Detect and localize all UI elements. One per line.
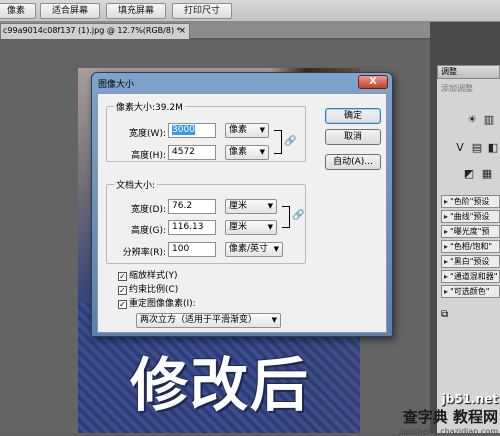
dropdown-arrow-icon: ▼ [271, 316, 277, 324]
resolution-unit-select[interactable]: 像素/英寸 ▼ [225, 242, 283, 257]
actual-pixels-button[interactable]: 像素 [0, 3, 36, 19]
ok-button[interactable]: 确定 [325, 108, 381, 124]
watermark-site: jb51.net [441, 392, 498, 406]
dialog-close-button[interactable]: X [358, 75, 388, 89]
constrain-proportions-checkbox[interactable]: ✓ 约束比例(C) [118, 284, 178, 296]
expand-triangle-icon: ▸ [444, 257, 449, 266]
checkbox-check-icon: ✓ [118, 272, 127, 281]
add-adjustment-label: 添加调整 [441, 84, 473, 93]
pixel-height-input[interactable]: 4572 [168, 145, 216, 160]
pixel-height-unit-select[interactable]: 像素 ▼ [225, 145, 269, 160]
chain-link-icon: 🔗 [292, 210, 305, 221]
resolution-label: 分辨率(R): [122, 248, 166, 258]
pixel-width-label: 宽度(W): [129, 129, 166, 139]
watermark-text: 查字典 教程网 [402, 408, 498, 426]
invert-icon[interactable]: ◩ [462, 168, 476, 180]
image-size-dialog: 图像大小 X 像素大小:39.2M 宽度(W): 3000 像素 ▼ 高度(H):… [91, 72, 393, 337]
dropdown-arrow-icon: ▼ [259, 148, 265, 156]
doc-height-unit-select[interactable]: 厘米 ▼ [225, 220, 277, 235]
expand-triangle-icon: ▸ [444, 212, 449, 221]
dropdown-arrow-icon: ▼ [259, 126, 265, 134]
dropdown-arrow-icon: ▼ [273, 245, 279, 253]
fill-screen-button[interactable]: 填充屏幕 [106, 3, 166, 19]
close-tab-icon[interactable]: × [178, 24, 186, 38]
expand-triangle-icon: ▸ [444, 287, 449, 296]
dropdown-arrow-icon: ▼ [267, 202, 273, 210]
doc-height-label: 高度(G): [130, 226, 166, 236]
fit-screen-button[interactable]: 适合屏幕 [40, 3, 100, 19]
preset-exposure[interactable]: ▸ "曝光度"预 [441, 225, 500, 238]
expand-triangle-icon: ▸ [444, 227, 449, 236]
document-tab[interactable]: c99a9014c08f137 (1).jpg @ 12.7%(RGB/8) *… [0, 23, 190, 39]
brightness-icon[interactable]: ☀ [465, 114, 479, 126]
pixel-width-input[interactable]: 3000 [168, 123, 216, 138]
preset-curves[interactable]: ▸ "曲线"预设 [441, 210, 500, 223]
watermark-url: jiaocheng.chazidian.com [398, 427, 498, 436]
doc-width-label: 宽度(D): [131, 205, 166, 215]
checkbox-check-icon: ✓ [118, 300, 127, 309]
posterize-icon[interactable]: ▦ [480, 168, 494, 180]
doc-width-unit-select[interactable]: 厘米 ▼ [225, 199, 277, 214]
doc-constrain-bracket [282, 206, 290, 228]
doc-height-input[interactable]: 116.13 [168, 220, 216, 235]
expand-triangle-icon: ▸ [444, 197, 449, 206]
preset-black-white[interactable]: ▸ "黑白"预设 [441, 255, 500, 268]
cancel-button[interactable]: 取消 [325, 129, 381, 145]
pixel-width-unit-select[interactable]: 像素 ▼ [225, 123, 269, 138]
color-balance-icon[interactable]: ▤ [470, 142, 484, 154]
resample-method-select[interactable]: 两次立方（适用于平滑渐变） ▼ [136, 313, 281, 328]
preset-selective-color[interactable]: ▸ "可选颜色" [441, 285, 500, 298]
dialog-title: 图像大小 [98, 80, 135, 90]
black-white-icon[interactable]: ◧ [486, 142, 500, 154]
print-size-button[interactable]: 打印尺寸 [172, 3, 232, 19]
preset-levels[interactable]: ▸ "色阶"预设 [441, 195, 500, 208]
chain-link-icon: 🔗 [284, 136, 297, 147]
dialog-client-area: 像素大小:39.2M 宽度(W): 3000 像素 ▼ 高度(H): 4572 像… [97, 93, 387, 333]
resolution-input[interactable]: 100 [168, 242, 216, 257]
pixel-height-label: 高度(H): [131, 151, 166, 161]
preset-hue-saturation[interactable]: ▸ "色相/饱和" [441, 240, 500, 253]
pixel-dimensions-label: 像素大小:39.2M [114, 100, 185, 113]
preset-channel-mixer[interactable]: ▸ "通道混和器" [441, 270, 500, 283]
vibrance-icon[interactable]: V [453, 142, 467, 154]
document-tab-title: c99a9014c08f137 (1).jpg @ 12.7%(RGB/8) * [3, 26, 181, 35]
watermark: jb51.net 查字典 教程网 jiaocheng.chazidian.com [399, 392, 498, 436]
dropdown-arrow-icon: ▼ [267, 223, 273, 231]
resample-image-checkbox[interactable]: ✓ 重定图像像素(I): [118, 298, 196, 310]
adjustments-panel-tab[interactable]: 调整 [437, 65, 500, 79]
document-tab-strip: c99a9014c08f137 (1).jpg @ 12.7%(RGB/8) *… [0, 22, 430, 39]
options-bar: 像素 适合屏幕 填充屏幕 打印尺寸 [0, 0, 500, 22]
photo-caption: 修改后 [130, 351, 311, 419]
panel-footer-icon[interactable]: ⧉ [441, 309, 448, 320]
pixel-constrain-bracket [274, 130, 282, 154]
checkbox-check-icon: ✓ [118, 286, 127, 295]
scale-styles-checkbox[interactable]: ✓ 缩放样式(Y) [118, 270, 178, 282]
expand-triangle-icon: ▸ [444, 242, 449, 251]
document-size-label: 文档大小: [114, 178, 158, 191]
auto-button[interactable]: 自动(A)... [325, 154, 381, 170]
levels-icon[interactable]: ▥ [482, 114, 496, 126]
doc-width-input[interactable]: 76.2 [168, 199, 216, 214]
expand-triangle-icon: ▸ [444, 272, 449, 281]
